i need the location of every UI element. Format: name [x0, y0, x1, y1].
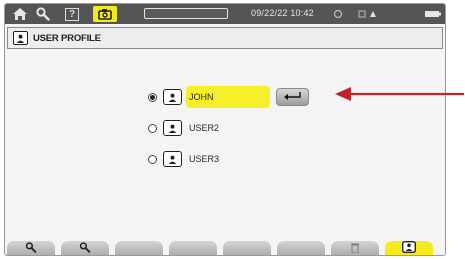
- profile-row[interactable]: JOHN: [148, 86, 309, 108]
- device-screen: ? 09/22/22 10:42 USER PROFILE JOHN USER2…: [4, 3, 446, 256]
- function-key-3[interactable]: [115, 241, 163, 255]
- function-key-4[interactable]: [169, 241, 217, 255]
- function-key-bar: [5, 240, 445, 255]
- profile-name[interactable]: USER2: [186, 117, 219, 139]
- page-title: USER PROFILE: [33, 32, 101, 44]
- memory-progress-bar: [144, 8, 228, 19]
- profile-name[interactable]: USER3: [186, 148, 219, 170]
- user-icon: [13, 31, 28, 45]
- home-icon[interactable]: [11, 6, 29, 22]
- title-bar: USER PROFILE: [7, 27, 443, 49]
- trash-icon: [350, 240, 360, 255]
- status-bar: ? 09/22/22 10:42: [5, 4, 445, 24]
- function-key-2[interactable]: [61, 240, 109, 255]
- wrench-icon: [79, 240, 91, 255]
- battery-icon: [425, 6, 441, 22]
- profile-row[interactable]: USER3: [148, 148, 219, 170]
- status-datetime: 09/22/22 10:42: [251, 8, 314, 18]
- network-icon: [357, 6, 381, 22]
- help-icon[interactable]: ?: [63, 6, 81, 22]
- function-key-8[interactable]: [385, 240, 433, 255]
- user-icon: [163, 89, 182, 105]
- function-key-6[interactable]: [277, 241, 325, 255]
- profile-name[interactable]: JOHN: [186, 86, 270, 108]
- function-key-7[interactable]: [331, 240, 379, 255]
- function-key-1[interactable]: [7, 240, 55, 255]
- enter-button[interactable]: [276, 88, 309, 106]
- annotation-arrow: [335, 87, 464, 101]
- enter-icon: [283, 88, 303, 106]
- profile-radio[interactable]: [148, 154, 157, 164]
- user-icon: [163, 151, 182, 167]
- profile-row[interactable]: USER2: [148, 117, 219, 139]
- user-icon: [163, 120, 182, 136]
- wrench-icon: [25, 240, 37, 255]
- camera-icon[interactable]: [93, 6, 117, 22]
- wrench-icon[interactable]: [35, 6, 51, 22]
- profile-radio[interactable]: [148, 92, 157, 102]
- user-icon: [401, 240, 417, 255]
- profile-radio[interactable]: [148, 123, 157, 133]
- function-key-5[interactable]: [223, 241, 271, 255]
- sync-icon: [332, 6, 344, 22]
